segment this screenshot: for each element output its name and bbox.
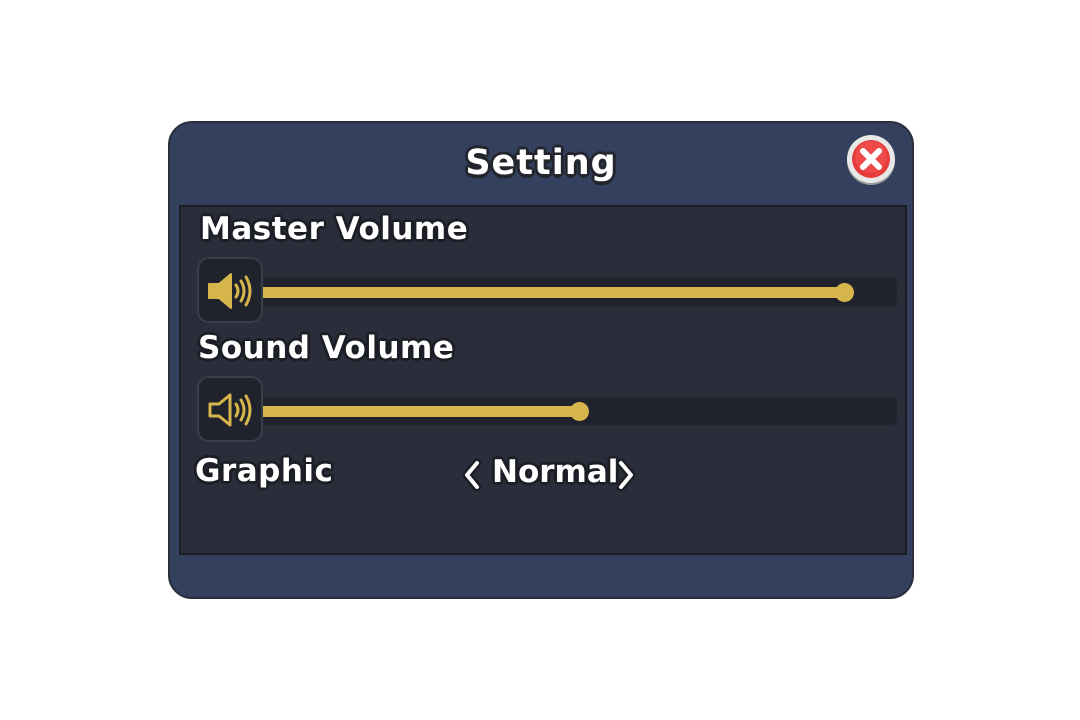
graphic-prev-button[interactable] (459, 455, 485, 495)
stage: Setting Master Volume Sound Volume Graph… (0, 0, 1080, 720)
sound-volume-mute-toggle[interactable] (197, 376, 263, 442)
graphic-value: Normal (492, 454, 619, 490)
sound-volume-fill (255, 406, 580, 417)
speaker-outline-icon (208, 393, 252, 427)
master-volume-handle[interactable] (835, 283, 854, 302)
sound-volume-slider[interactable] (253, 395, 899, 427)
sound-volume-label: Sound Volume (198, 330, 455, 366)
settings-content: Master Volume Sound Volume Graphic Norma… (179, 205, 907, 555)
close-icon (852, 140, 890, 178)
graphic-label: Graphic (195, 453, 334, 489)
master-volume-slider[interactable] (253, 276, 899, 308)
sound-volume-handle[interactable] (569, 402, 589, 421)
master-volume-mute-toggle[interactable] (197, 257, 263, 323)
master-volume-label: Master Volume (200, 211, 469, 247)
dialog-title: Setting (465, 143, 617, 183)
speaker-filled-icon (208, 273, 252, 309)
master-volume-fill (255, 287, 845, 298)
close-button[interactable] (847, 135, 895, 183)
settings-dialog: Setting Master Volume Sound Volume Graph… (168, 121, 914, 599)
graphic-next-button[interactable] (613, 455, 639, 495)
